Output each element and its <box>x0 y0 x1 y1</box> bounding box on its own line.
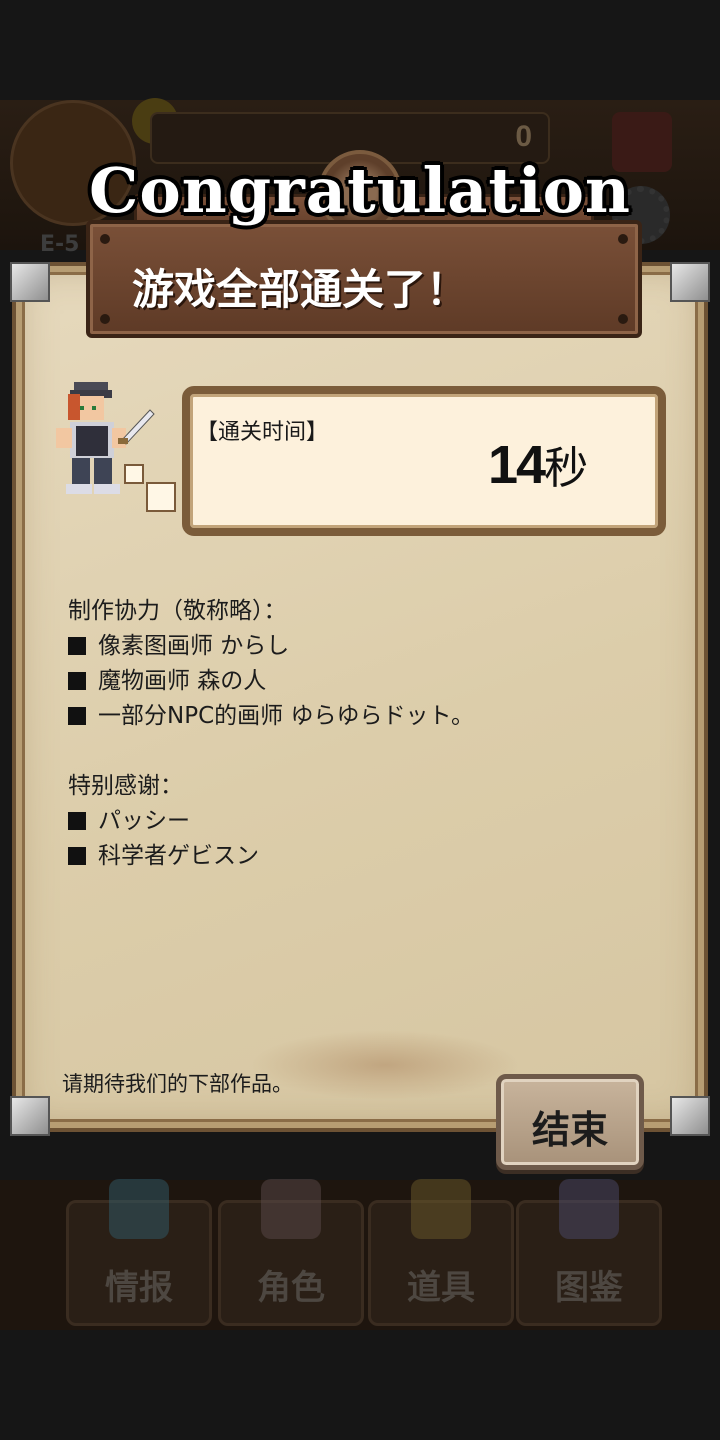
credits-section: 制作协力（敬称略）： 像素图画师 からし 魔物画师 森の人 一部分NPC的画师 … <box>68 594 474 874</box>
bullet-icon <box>68 707 86 725</box>
corner-bracket <box>670 262 710 302</box>
clear-time-number: 14 <box>488 435 546 495</box>
level-label: E-5 <box>40 232 80 257</box>
thanks-item: 科学者ゲビスン <box>68 839 474 874</box>
nav-label: 情报 <box>105 1268 173 1308</box>
clear-time-value: 14秒 <box>488 432 588 496</box>
encyclopedia-icon <box>559 1179 619 1239</box>
nav-button-item: 道具 <box>368 1179 514 1326</box>
nav-button-character: 角色 <box>218 1179 364 1326</box>
end-button-label: 结束 <box>531 1108 608 1152</box>
corner-bracket <box>10 262 50 302</box>
hero-sprite <box>56 382 155 494</box>
corner-bracket <box>10 1096 50 1136</box>
bullet-icon <box>68 637 86 655</box>
credit-item: 一部分NPC的画师 ゆらゆらドット。 <box>68 699 474 734</box>
thanks-item: パッシー <box>68 804 474 839</box>
coin-counter-value: 0 <box>515 120 532 153</box>
clear-time-unit: 秒 <box>544 443 589 494</box>
decor-square <box>146 482 176 512</box>
info-icon <box>109 1179 169 1239</box>
end-button[interactable]: 结束 <box>496 1074 644 1170</box>
congratulation-banner: Congratulation <box>88 154 632 227</box>
nav-button-encyclopedia: 图鉴 <box>516 1179 662 1326</box>
nav-label: 道具 <box>407 1268 475 1308</box>
clear-time-label: 【通关时间】 <box>196 420 329 445</box>
credit-item: 像素图画师 からし <box>68 629 474 664</box>
dialog-title: 游戏全部通关了！ <box>132 265 469 314</box>
item-chest-icon <box>411 1179 471 1239</box>
bullet-icon <box>68 672 86 690</box>
decor-square <box>124 464 144 484</box>
bullet-icon <box>68 812 86 830</box>
character-icon <box>261 1179 321 1239</box>
corner-bracket <box>670 1096 710 1136</box>
credits-heading: 制作协力（敬称略）： <box>68 598 287 624</box>
credit-item: 魔物画师 森の人 <box>68 664 474 699</box>
clear-time-box <box>182 386 666 536</box>
nav-label: 角色 <box>257 1268 325 1308</box>
footer-message: 请期待我们的下部作品。 <box>62 1072 293 1096</box>
nav-label: 图鉴 <box>555 1268 623 1308</box>
bullet-icon <box>68 847 86 865</box>
thanks-heading: 特别感谢： <box>68 773 183 799</box>
nav-button-info: 情报 <box>66 1179 212 1326</box>
